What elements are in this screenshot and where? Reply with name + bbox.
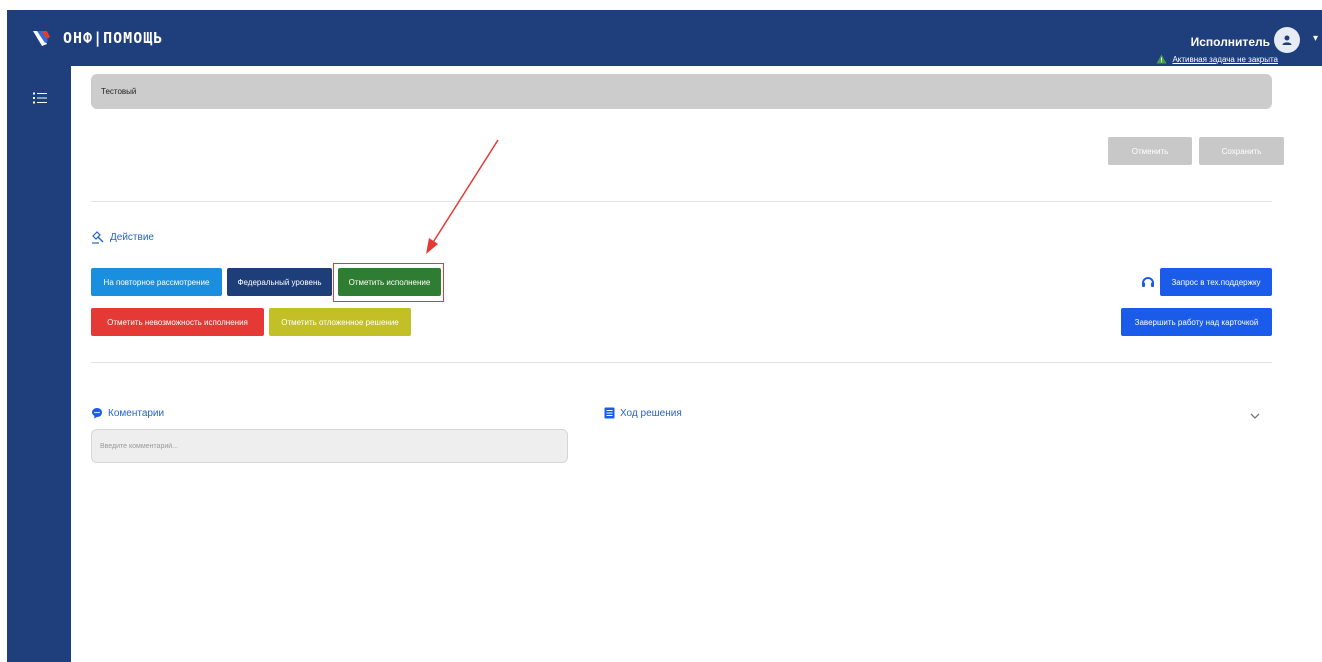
onf-logo-icon [33,31,50,46]
finish-card-button[interactable]: Завершить работу над карточкой [1121,308,1272,336]
headset-icon [1142,277,1154,287]
gavel-icon [92,231,104,244]
user-menu-chevron-icon[interactable]: ▾ [1313,33,1318,44]
tech-support-button[interactable]: Запрос в тех.поддержку [1160,268,1272,296]
reconsider-button[interactable]: На повторное рассмотрение [91,268,222,296]
mark-impossible-button[interactable]: Отметить невозможность исполнения [91,308,264,336]
chat-bubble-icon [92,408,102,419]
warning-triangle-icon [1156,54,1167,64]
save-button[interactable]: Сохранить [1199,137,1284,165]
user-avatar-icon[interactable] [1274,27,1300,53]
app-logo[interactable]: ОНФ|ПОМОЩЬ [31,28,163,48]
top-header: ОНФ|ПОМОЩЬ Исполнитель ▾ Активная задача… [7,10,1322,66]
progress-title: Ход решения [620,407,682,419]
comments-title: Коментарии [108,407,165,419]
logo-text: ОНФ|ПОМОЩЬ [63,29,164,47]
progress-section-title: Ход решения [604,407,682,419]
mark-postponed-button[interactable]: Отметить отложенное решение [269,308,411,336]
comment-input[interactable] [91,429,568,463]
sidebar [7,66,71,662]
federal-level-button[interactable]: Федеральный уровень [227,268,332,296]
name-field[interactable]: Тестовый [91,74,1272,109]
comments-section-title: Коментарии [91,407,164,419]
actions-section-title: Действие [91,230,154,244]
chevron-down-icon[interactable] [1249,412,1261,420]
document-icon [604,407,615,419]
list-menu-icon[interactable] [33,92,47,104]
divider [91,362,1272,363]
task-warning[interactable]: Активная задача не закрыта [1156,54,1278,64]
task-warning-link[interactable]: Активная задача не закрыта [1172,55,1278,64]
actions-title: Действие [110,231,154,243]
cancel-button[interactable]: Отменить [1108,137,1192,165]
user-role-label[interactable]: Исполнитель [1191,35,1270,49]
highlight-frame [333,263,444,302]
person-icon [1282,35,1292,45]
divider [91,201,1272,202]
